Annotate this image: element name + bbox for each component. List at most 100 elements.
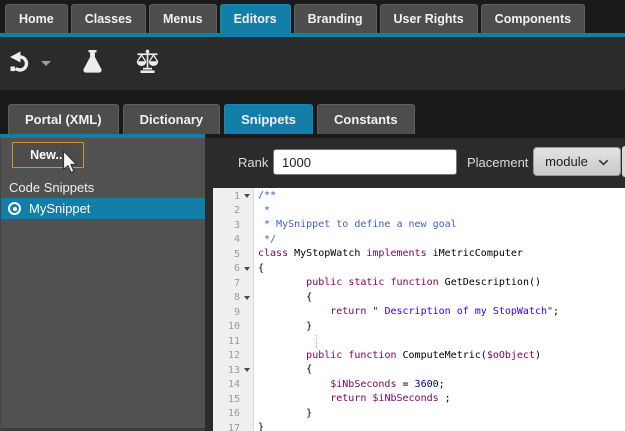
snippet-item-mysnippet[interactable]: MySnippet bbox=[1, 198, 205, 219]
fold-slot bbox=[240, 334, 253, 349]
code-line-16[interactable]: } bbox=[254, 407, 625, 422]
code-editor[interactable]: 1234567891011121314151617 /** * * MySnip… bbox=[213, 188, 625, 431]
line-number: 9 bbox=[215, 307, 240, 318]
fold-slot bbox=[240, 407, 253, 422]
code-line-17[interactable]: } bbox=[254, 421, 625, 431]
undo-icon bbox=[7, 49, 34, 78]
code-line-2[interactable]: * bbox=[254, 204, 625, 219]
tab-user-rights[interactable]: User Rights bbox=[380, 4, 478, 33]
tab-components[interactable]: Components bbox=[481, 4, 585, 33]
fold-slot bbox=[240, 291, 253, 306]
gutter-row: 8 bbox=[213, 291, 253, 306]
fold-slot bbox=[240, 189, 253, 204]
indent-guide bbox=[316, 335, 317, 348]
fold-slot bbox=[240, 276, 253, 291]
code-line-11[interactable] bbox=[254, 334, 625, 349]
fold-slot bbox=[240, 363, 253, 378]
code-line-6[interactable]: { bbox=[254, 262, 625, 277]
fold-slot bbox=[240, 349, 253, 364]
line-number: 2 bbox=[215, 205, 240, 216]
snippet-detail-pane: Rank Placement module 123456789101112131… bbox=[205, 138, 625, 431]
new-snippet-button[interactable]: New... bbox=[12, 142, 84, 168]
token-plain: iMetricComputer bbox=[427, 248, 523, 259]
code-pane[interactable]: /** * * MySnippet to define a new goal *… bbox=[254, 188, 625, 431]
token-variable: $iNbSeconds bbox=[372, 393, 438, 404]
code-line-1[interactable]: /** bbox=[254, 189, 625, 204]
token-keyword: public bbox=[306, 277, 342, 288]
gutter-row: 7 bbox=[213, 276, 253, 291]
token-plain: } bbox=[258, 408, 312, 419]
line-number: 16 bbox=[215, 408, 240, 419]
fold-slot bbox=[240, 262, 253, 277]
fold-arrow-icon[interactable] bbox=[244, 194, 250, 198]
sub-tab-snippets[interactable]: Snippets bbox=[224, 104, 313, 134]
token-plain: { bbox=[258, 263, 264, 274]
snippet-sidebar: New... Code Snippets MySnippet bbox=[0, 138, 205, 431]
gutter-row: 17 bbox=[213, 421, 253, 431]
radio-selected-icon bbox=[8, 202, 21, 215]
placement-selected-value: module bbox=[545, 154, 588, 169]
placement-select[interactable]: module bbox=[533, 147, 621, 176]
fold-slot bbox=[240, 392, 253, 407]
token-plain: ; bbox=[553, 306, 559, 317]
flask-icon bbox=[80, 48, 105, 79]
fold-slot bbox=[240, 305, 253, 320]
editor-sub-tabs: Portal (XML)DictionarySnippetsConstants bbox=[8, 104, 415, 134]
test-button[interactable] bbox=[80, 46, 105, 80]
app-window: HomeClassesMenusEditorsBrandingUser Righ… bbox=[0, 0, 625, 431]
tab-home[interactable]: Home bbox=[5, 4, 68, 33]
undo-button[interactable] bbox=[7, 46, 51, 80]
code-line-10[interactable]: } bbox=[254, 320, 625, 335]
tab-menus[interactable]: Menus bbox=[149, 4, 217, 33]
scales-icon bbox=[132, 48, 163, 79]
gutter-row: 1 bbox=[213, 189, 253, 204]
code-line-15[interactable]: return $iNbSeconds ; bbox=[254, 392, 625, 407]
tab-classes[interactable]: Classes bbox=[71, 4, 146, 33]
code-line-7[interactable]: public static function GetDescription() bbox=[254, 276, 625, 291]
token-variable: $oObject bbox=[487, 350, 535, 361]
line-number: 3 bbox=[215, 220, 240, 231]
line-number: 13 bbox=[215, 365, 240, 376]
rank-input[interactable] bbox=[273, 149, 457, 175]
token-keyword: implements bbox=[366, 248, 426, 259]
line-number: 14 bbox=[215, 379, 240, 390]
sub-tab-portal-xml[interactable]: Portal (XML) bbox=[8, 104, 119, 134]
code-line-5[interactable]: class MyStopWatch implements iMetricComp… bbox=[254, 247, 625, 262]
fold-arrow-icon[interactable] bbox=[244, 368, 250, 372]
sub-tab-constants[interactable]: Constants bbox=[317, 104, 415, 134]
code-line-12[interactable]: public function ComputeMetric($oObject) bbox=[254, 349, 625, 364]
undo-dropdown-caret-icon[interactable] bbox=[41, 61, 51, 66]
fold-arrow-icon[interactable] bbox=[244, 296, 250, 300]
fold-slot bbox=[240, 204, 253, 219]
token-plain bbox=[258, 306, 330, 317]
code-line-13[interactable]: { bbox=[254, 363, 625, 378]
code-line-8[interactable]: { bbox=[254, 291, 625, 306]
code-line-14[interactable]: $iNbSeconds = 3600; bbox=[254, 378, 625, 393]
toolbar bbox=[0, 37, 625, 90]
gutter-row: 4 bbox=[213, 233, 253, 248]
token-plain bbox=[258, 350, 306, 361]
fold-slot bbox=[240, 247, 253, 262]
token-plain: ComputeMetric( bbox=[397, 350, 487, 361]
token-plain: ; bbox=[439, 379, 445, 390]
tab-branding[interactable]: Branding bbox=[294, 4, 377, 33]
code-line-4[interactable]: */ bbox=[254, 233, 625, 248]
token-variable: $iNbSeconds bbox=[330, 379, 396, 390]
gutter-row: 15 bbox=[213, 392, 253, 407]
gutter-row: 13 bbox=[213, 363, 253, 378]
code-line-9[interactable]: return " Description of my StopWatch"; bbox=[254, 305, 625, 320]
token-string: " Description of my StopWatch" bbox=[372, 306, 553, 317]
top-nav-tabs: HomeClassesMenusEditorsBrandingUser Righ… bbox=[5, 4, 585, 33]
tab-editors[interactable]: Editors bbox=[220, 4, 291, 33]
fold-slot bbox=[240, 320, 253, 335]
editor-sub-nav-bar: Portal (XML)DictionarySnippetsConstants bbox=[0, 90, 625, 138]
fold-arrow-icon[interactable] bbox=[244, 267, 250, 271]
gutter-row: 3 bbox=[213, 218, 253, 233]
compare-button[interactable] bbox=[132, 46, 163, 80]
token-keyword: static bbox=[348, 277, 384, 288]
token-keyword: public bbox=[306, 350, 342, 361]
code-line-3[interactable]: * MySnippet to define a new goal bbox=[254, 218, 625, 233]
token-number: 3600 bbox=[415, 379, 439, 390]
sub-tab-dictionary[interactable]: Dictionary bbox=[123, 104, 221, 134]
token-plain: { bbox=[258, 364, 312, 375]
